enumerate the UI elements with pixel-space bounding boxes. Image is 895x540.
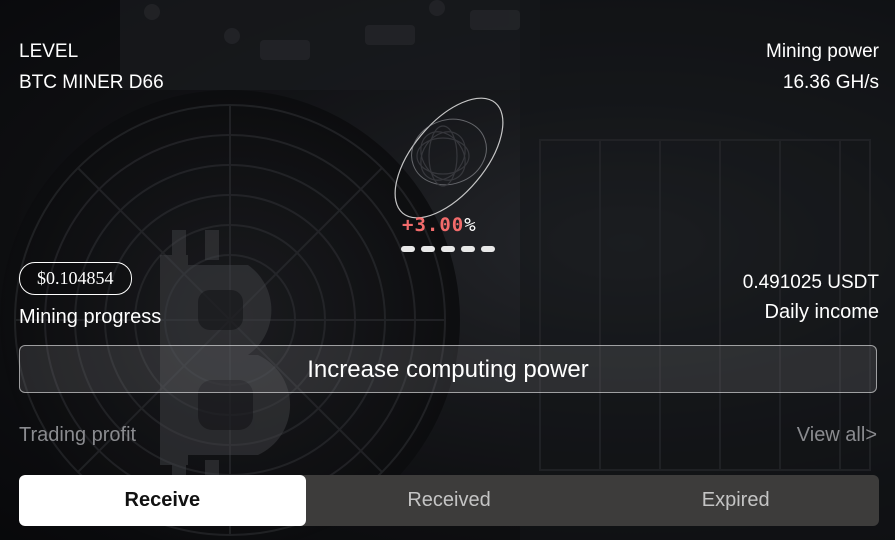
percent-sign: + — [402, 214, 415, 236]
carousel-dot[interactable] — [461, 246, 475, 252]
carousel-dot[interactable] — [441, 246, 455, 252]
mining-power-value: 16.36 GH/s — [782, 72, 879, 93]
percent-value: 3.00 — [414, 214, 465, 236]
profit-tabs: Receive Received Expired — [19, 475, 879, 526]
increase-computing-power-button[interactable]: Increase computing power — [19, 345, 877, 393]
view-all-link[interactable]: View all> — [797, 424, 877, 447]
mining-power-label: Mining power — [766, 41, 879, 62]
trading-profit-title: Trading profit — [19, 424, 137, 446]
carousel-dot[interactable] — [401, 246, 415, 252]
tab-received[interactable]: Received — [306, 475, 593, 526]
carousel-indicator — [401, 246, 495, 252]
miner-name: BTC MINER D66 — [19, 72, 164, 93]
carousel-dot[interactable] — [421, 246, 435, 252]
level-label: LEVEL — [19, 41, 79, 62]
tab-expired[interactable]: Expired — [592, 475, 879, 526]
mining-progress-label: Mining progress — [19, 306, 162, 328]
percent-unit: % — [464, 214, 477, 236]
miner-level-block: LEVEL BTC MINER D66 — [19, 36, 164, 98]
mining-power-block: Mining power 16.36 GH/s — [766, 36, 879, 98]
tab-receive[interactable]: Receive — [19, 475, 306, 526]
daily-income-label: Daily income — [764, 301, 879, 323]
miner-screen: LEVEL BTC MINER D66 Mining power 16.36 G… — [0, 0, 895, 540]
mining-percent: +3.00% — [402, 214, 477, 236]
carousel-dot[interactable] — [481, 246, 495, 252]
daily-income-value: 0.491025 USDT — [742, 272, 879, 293]
price-badge: $0.104854 — [19, 262, 132, 295]
